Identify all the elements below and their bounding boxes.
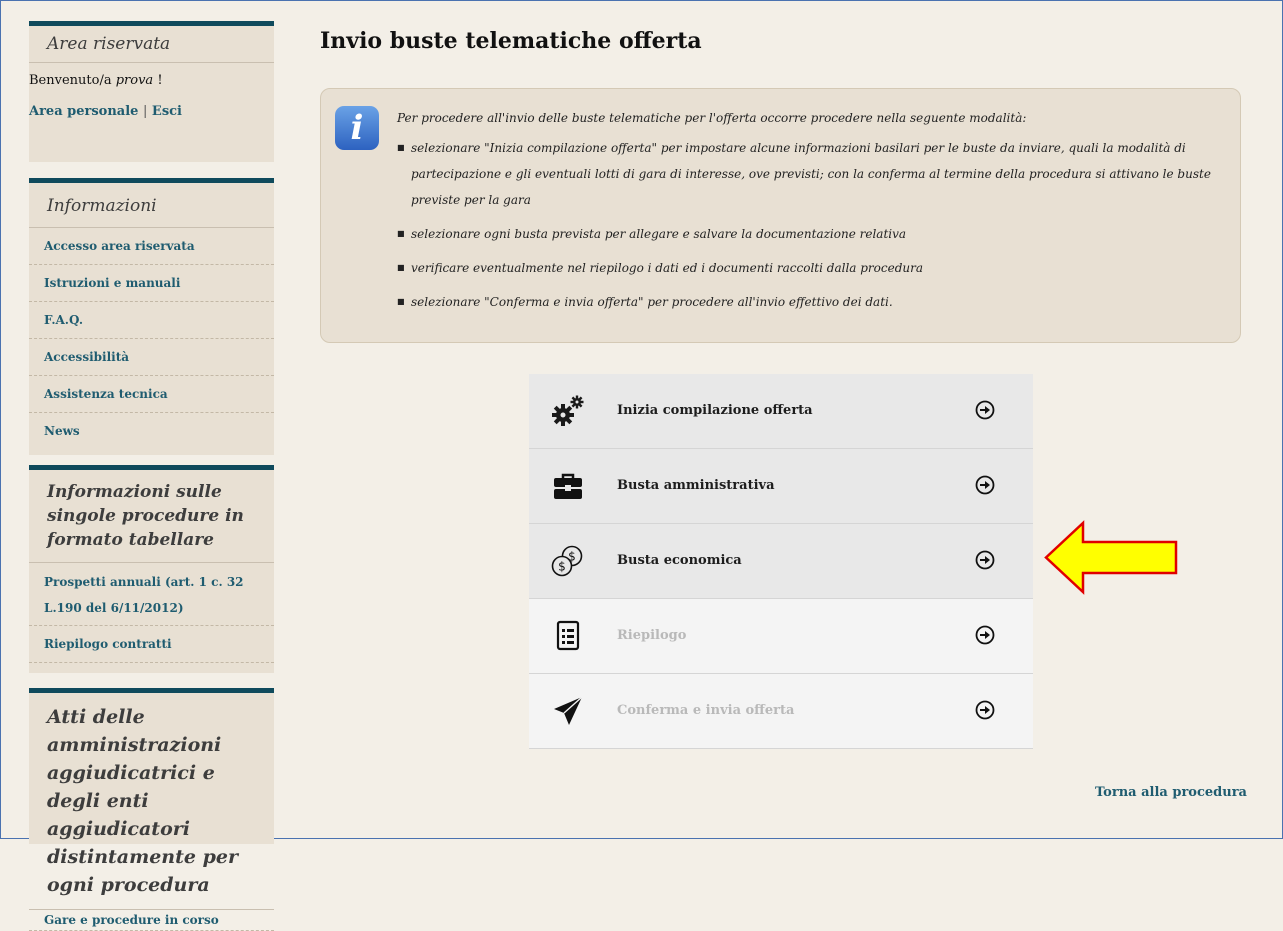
nav-riepilogo-contratti[interactable]: Riepilogo contratti	[29, 626, 274, 663]
nav-istruzioni-manuali[interactable]: Istruzioni e manuali	[29, 265, 274, 302]
svg-text:$: $	[568, 550, 576, 564]
nav-assistenza-tecnica[interactable]: Assistenza tecnica	[29, 376, 274, 413]
back-to-procedure-link[interactable]: Torna alla procedura	[1095, 785, 1247, 800]
instruction-item: selezionare "Conferma e invia offerta" p…	[397, 289, 1227, 315]
action-list: Inizia compilazione offerta Busta ammini…	[529, 374, 1033, 749]
confirm-send-offer-button[interactable]: Conferma e invia offerta	[529, 674, 1033, 749]
svg-text:$: $	[558, 560, 566, 574]
gears-icon	[552, 395, 584, 426]
nav-gare-procedure[interactable]: Gare e procedure in corso	[29, 910, 274, 931]
nav-news[interactable]: News	[29, 413, 274, 449]
paper-plane-icon	[554, 696, 583, 725]
tables-box: Informazioni sulle singole procedure in …	[29, 465, 274, 673]
instructions-intro: Per procedere all'invio delle buste tele…	[397, 111, 1027, 125]
link-separator: |	[142, 104, 148, 119]
arrow-right-icon	[975, 400, 995, 420]
user-links: Area personale | Esci	[29, 88, 274, 119]
arrow-right-icon	[975, 625, 995, 645]
page-title: Invio buste telematiche offerta	[320, 28, 702, 54]
arrow-right-icon	[975, 700, 995, 720]
nav-prospetti-annuali[interactable]: Prospetti annuali (art. 1 c. 32 L.190 de…	[29, 563, 274, 626]
document-list-icon	[556, 620, 580, 651]
personal-area-link[interactable]: Area personale	[29, 104, 138, 119]
instruction-item: selezionare ogni busta prevista per alle…	[397, 221, 1227, 247]
acts-box: Atti delle amministrazioni aggiudicatric…	[29, 688, 274, 931]
administrative-envelope-button[interactable]: Busta amministrativa	[529, 449, 1033, 524]
confirm-send-offer-label: Conferma e invia offerta	[617, 703, 795, 718]
arrow-right-icon	[975, 550, 995, 570]
coins-icon: $ $	[551, 545, 583, 577]
reserved-area-box: Area riservata Benvenuto/a prova ! Area …	[29, 21, 274, 162]
summary-label: Riepilogo	[617, 628, 687, 643]
sidebar: Area riservata Benvenuto/a prova ! Area …	[29, 0, 274, 931]
welcome-text: Benvenuto/a prova !	[29, 73, 163, 88]
info-box-title: Informazioni	[29, 183, 274, 228]
nav-accessibilita[interactable]: Accessibilità	[29, 339, 274, 376]
instruction-item: verificare eventualmente nel riepilogo i…	[397, 255, 1227, 281]
economic-envelope-button[interactable]: $ $ Busta economica	[529, 524, 1033, 599]
economic-envelope-label: Busta economica	[617, 553, 742, 568]
info-box: Informazioni Accesso area riservata Istr…	[29, 178, 274, 455]
tables-box-title: Informazioni sulle singole procedure in …	[29, 470, 274, 563]
summary-button[interactable]: Riepilogo	[529, 599, 1033, 674]
nav-accesso-area-riservata[interactable]: Accesso area riservata	[29, 228, 274, 265]
acts-box-title: Atti delle amministrazioni aggiudicatric…	[29, 693, 274, 910]
administrative-envelope-label: Busta amministrativa	[617, 478, 775, 493]
username: prova	[115, 73, 154, 88]
nav-faq[interactable]: F.A.Q.	[29, 302, 274, 339]
start-offer-label: Inizia compilazione offerta	[617, 403, 813, 418]
reserved-area-title: Area riservata	[29, 26, 274, 63]
briefcase-icon	[554, 473, 582, 499]
start-offer-button[interactable]: Inizia compilazione offerta	[529, 374, 1033, 449]
annotation-arrow-icon	[1044, 520, 1178, 595]
arrow-right-icon	[975, 475, 995, 495]
instructions-list: selezionare "Inizia compilazione offerta…	[397, 135, 1227, 323]
info-icon: i	[335, 106, 379, 150]
logout-link[interactable]: Esci	[152, 104, 182, 119]
instructions-box: i Per procedere all'invio delle buste te…	[320, 88, 1241, 343]
instruction-item: selezionare "Inizia compilazione offerta…	[397, 135, 1227, 213]
